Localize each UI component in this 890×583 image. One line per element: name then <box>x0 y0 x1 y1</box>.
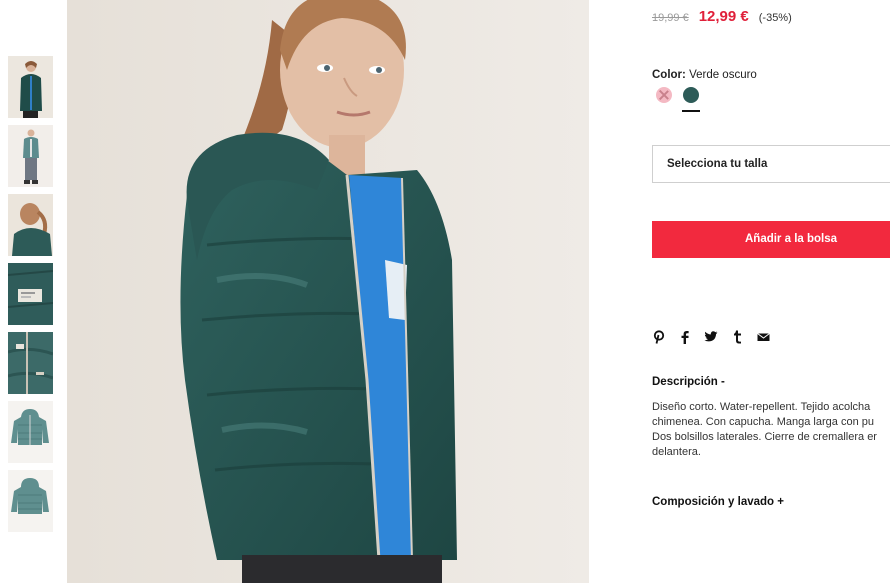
composition-toggle[interactable]: Composición y lavado + <box>652 496 784 508</box>
thumbnail-hood-back[interactable] <box>8 194 53 256</box>
pinterest-icon[interactable] <box>652 330 666 344</box>
product-info-panel: 19,99 € 12,99 € (-35%) Color: Verde oscu… <box>652 0 890 583</box>
thumbnail-strip <box>8 56 53 539</box>
thumbnail-zipper-detail[interactable] <box>8 332 53 394</box>
selected-swatch-indicator <box>682 110 700 112</box>
description-toggle[interactable]: Descripción - <box>652 376 725 388</box>
color-row: Color: Verde oscuro <box>652 69 757 81</box>
thumbnail-jacket-back[interactable] <box>8 470 53 532</box>
share-icons <box>652 330 782 344</box>
thumbnail-label-detail[interactable] <box>8 263 53 325</box>
add-to-bag-button[interactable]: Añadir a la bolsa <box>652 221 890 258</box>
main-product-image[interactable] <box>67 0 589 583</box>
thumbnail-full-body[interactable] <box>8 125 53 187</box>
color-swatches <box>655 86 709 114</box>
swatch-pink-icon <box>656 87 672 103</box>
size-select[interactable]: Selecciona tu talla <box>652 145 890 183</box>
facebook-icon[interactable] <box>678 330 692 344</box>
swatch-pink-unavailable[interactable] <box>655 86 673 114</box>
description-line: delantera. <box>652 446 701 458</box>
description-text: Diseño corto. Water-repellent. Tejido ac… <box>652 400 890 460</box>
price-row: 19,99 € 12,99 € (-35%) <box>652 8 792 25</box>
email-icon[interactable] <box>756 330 770 344</box>
product-page: 19,99 € 12,99 € (-35%) Color: Verde oscu… <box>0 0 890 583</box>
description-line: chimenea. Con capucha. Manga larga con p… <box>652 416 874 428</box>
sale-price: 12,99 € <box>698 8 749 25</box>
description-line: Dos bolsillos laterales. Cierre de crema… <box>652 431 877 443</box>
thumbnail-front-view[interactable] <box>8 56 53 118</box>
color-value: Verde oscuro <box>689 69 757 81</box>
swatch-green-icon <box>683 87 699 103</box>
color-label: Color: <box>652 69 686 81</box>
twitter-icon[interactable] <box>704 330 718 344</box>
discount-badge: (-35%) <box>758 12 792 24</box>
thumbnail-jacket-front[interactable] <box>8 401 53 463</box>
original-price: 19,99 € <box>652 12 689 24</box>
description-line: Diseño corto. Water-repellent. Tejido ac… <box>652 401 871 413</box>
tumblr-icon[interactable] <box>730 330 744 344</box>
swatch-verde-oscuro[interactable] <box>682 86 700 114</box>
